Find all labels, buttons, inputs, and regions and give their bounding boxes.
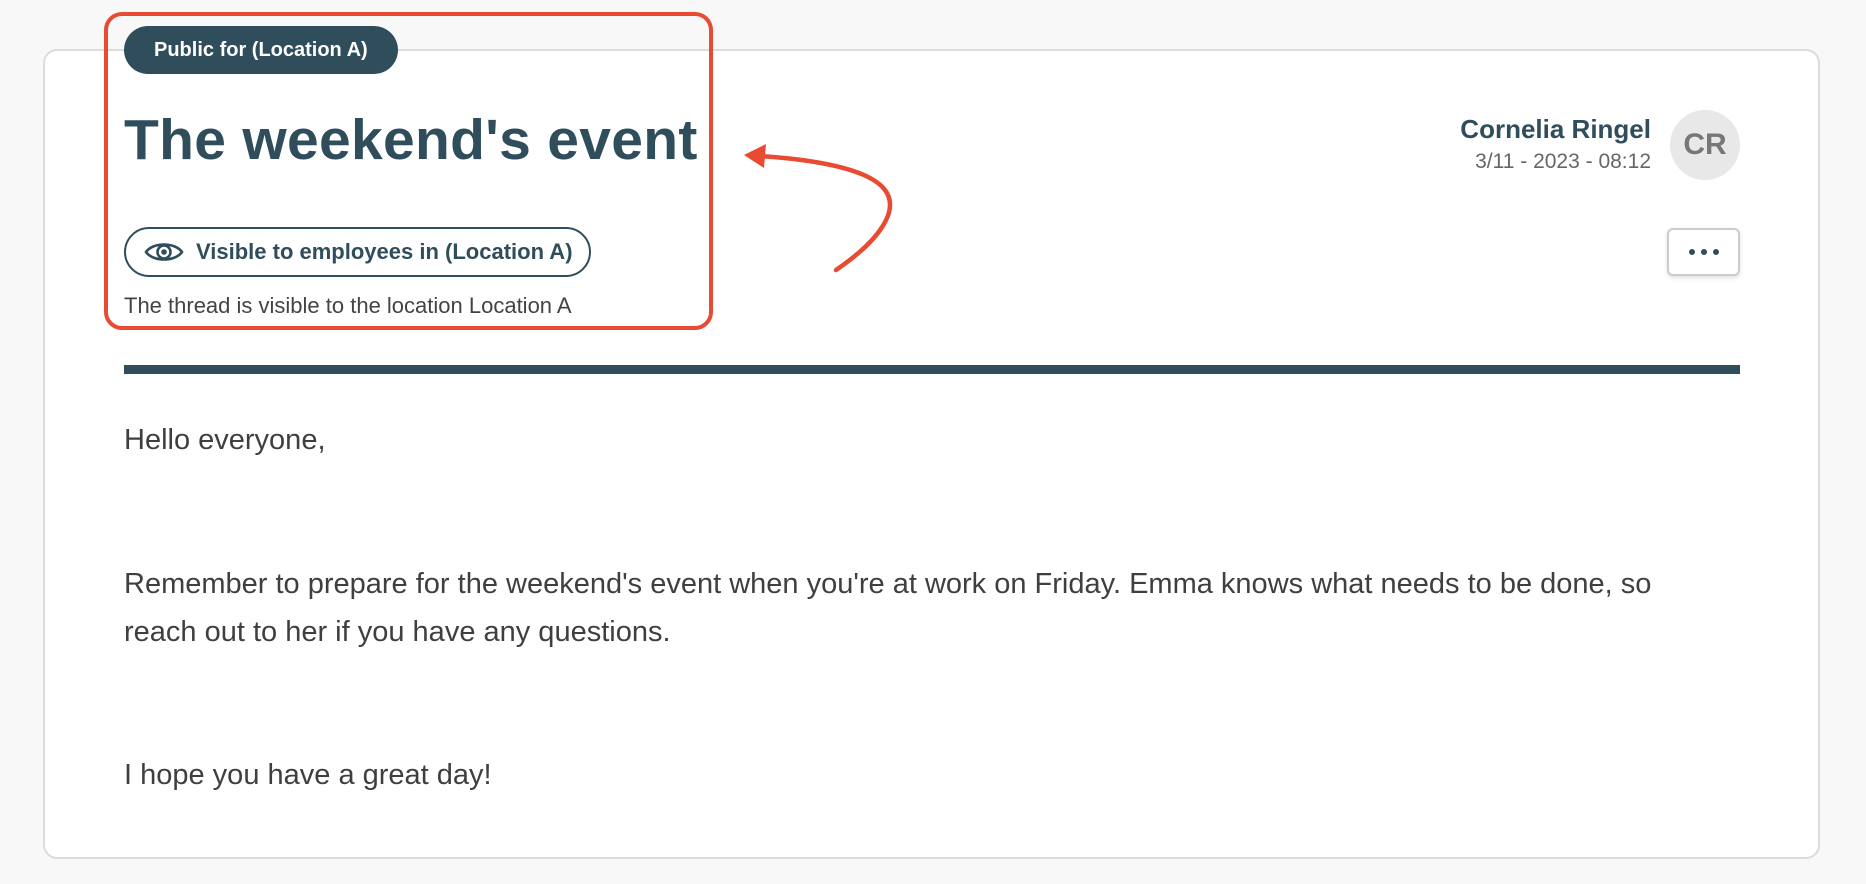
- visibility-label: Visible to employees in (Location A): [196, 239, 573, 264]
- avatar[interactable]: CR: [1670, 110, 1740, 180]
- author-info: Cornelia Ringel 3/11 - 2023 - 08:12: [1460, 112, 1651, 178]
- visibility-note: The thread is visible to the location Lo…: [124, 293, 572, 318]
- divider: [124, 365, 1740, 374]
- body-paragraph-1: Hello everyone,: [124, 424, 326, 456]
- author-name[interactable]: Cornelia Ringel: [1460, 112, 1651, 146]
- body-paragraph-2: Remember to prepare for the weekend's ev…: [124, 568, 1652, 648]
- audience-badge: Public for (Location A): [124, 26, 398, 74]
- eye-icon: [144, 239, 184, 265]
- post-title: The weekend's event: [124, 108, 698, 172]
- page: Public for (Location A) The weekend's ev…: [0, 0, 1866, 884]
- visibility-pill[interactable]: Visible to employees in (Location A): [124, 227, 591, 277]
- body-paragraph-3: I hope you have a great day!: [124, 759, 492, 791]
- more-options-icon: [1688, 249, 1719, 255]
- post-date: 3/11 - 2023 - 08:12: [1475, 150, 1651, 173]
- more-options-button[interactable]: [1667, 228, 1740, 276]
